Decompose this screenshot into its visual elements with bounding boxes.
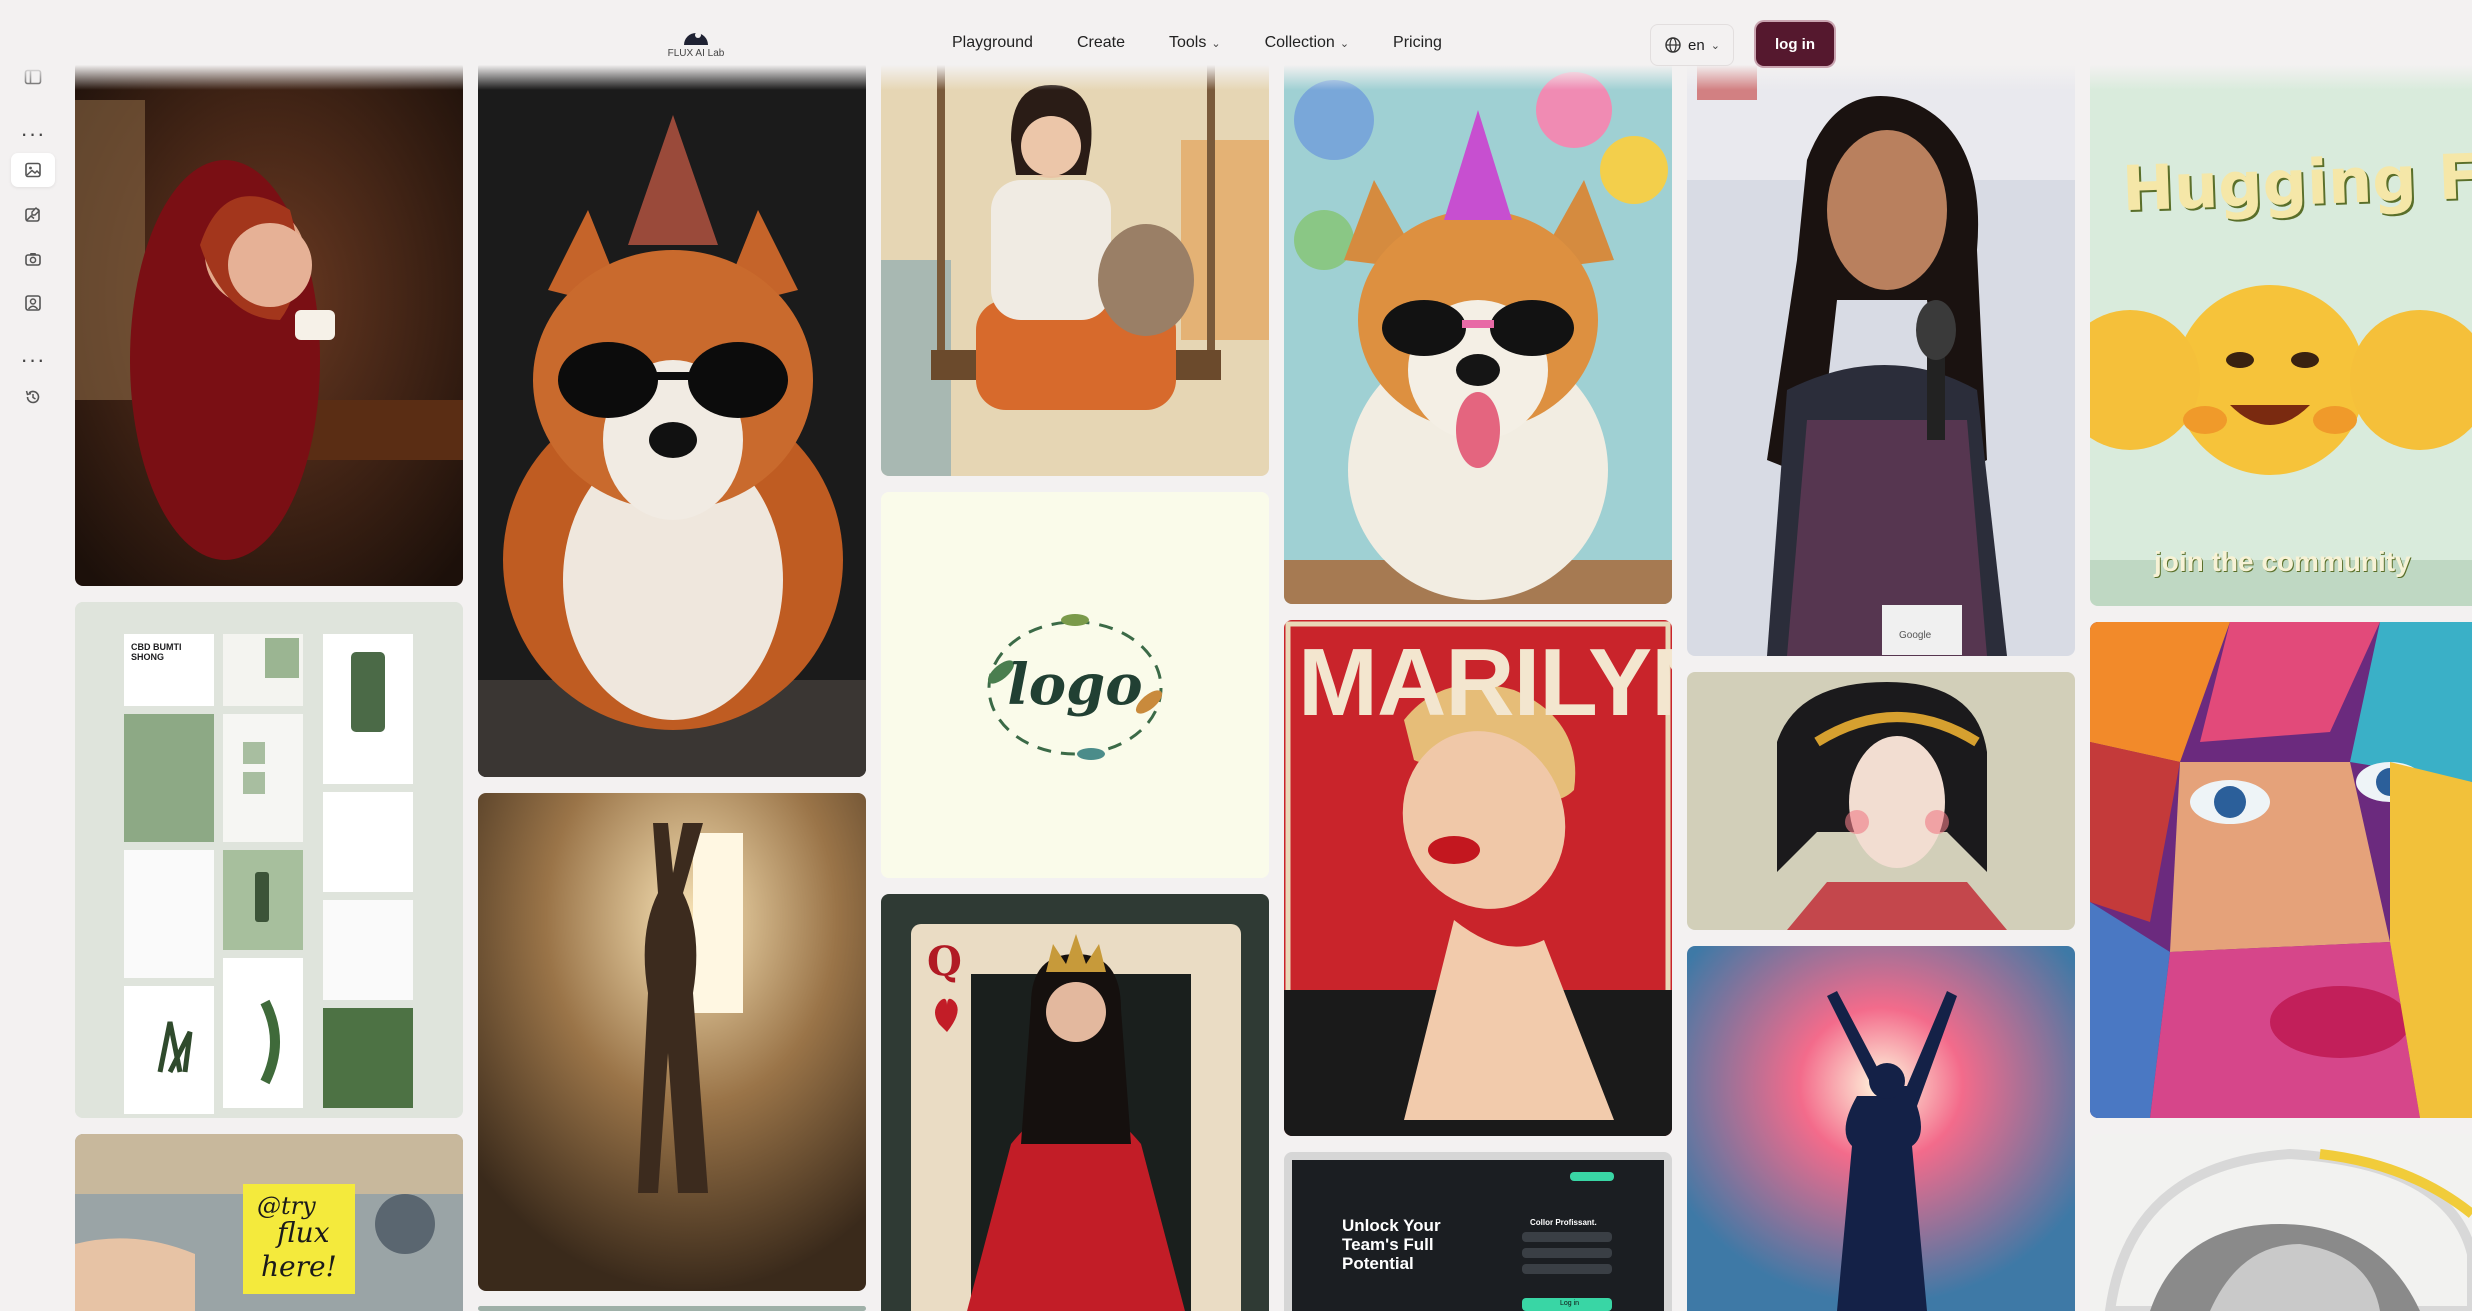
note-text-line3: here! bbox=[261, 1250, 337, 1283]
nav-collection-label: Collection bbox=[1264, 34, 1335, 51]
nav-tools[interactable]: Tools ⌄ bbox=[1157, 28, 1233, 58]
image-icon[interactable] bbox=[11, 153, 55, 187]
nav-create[interactable]: Create bbox=[1065, 28, 1137, 58]
gallery-image-marilyn-poster[interactable]: MARILYN bbox=[1284, 620, 1672, 1136]
nav-pricing-label: Pricing bbox=[1393, 34, 1442, 51]
more-icon[interactable]: ··· bbox=[11, 123, 55, 145]
gallery-image-mosaic-face[interactable] bbox=[2090, 622, 2472, 1118]
gallery-image-woman-coffee[interactable] bbox=[75, 60, 463, 586]
gallery-image-speaker[interactable]: Google bbox=[1687, 60, 2075, 656]
gallery-image-logo[interactable]: logo bbox=[881, 492, 1269, 878]
web-form-title: Collor Profissant. bbox=[1530, 1218, 1597, 1227]
woman-coffee-image bbox=[75, 60, 463, 586]
gallery-image-corgi-confetti[interactable] bbox=[1284, 60, 1672, 604]
gallery-image-silhouette-burst[interactable] bbox=[1687, 946, 2075, 1311]
chevron-down-icon: ⌄ bbox=[1710, 39, 1720, 52]
nav-playground[interactable]: Playground bbox=[940, 28, 1045, 58]
flux-note-image bbox=[75, 1134, 463, 1311]
gallery-image-geisha[interactable] bbox=[1687, 672, 2075, 930]
gallery-image-hugging-face[interactable]: Hugging Face join the community bbox=[2090, 60, 2472, 606]
gallery-image-queen-card[interactable]: Q bbox=[881, 894, 1269, 1311]
gallery-image-webpage-mockup[interactable]: Unlock Your Team's Full Potential Collor… bbox=[1284, 1152, 1672, 1311]
speaker-microphone-image bbox=[1687, 60, 2075, 656]
brand-logo[interactable]: FLUX AI Lab bbox=[660, 24, 732, 68]
silhouette-window-image bbox=[478, 793, 866, 1291]
nav-create-label: Create bbox=[1076, 34, 1125, 51]
nav-tools-label: Tools bbox=[1168, 34, 1207, 51]
nav-collection[interactable]: Collection ⌄ bbox=[1253, 28, 1361, 58]
badge-text: Google bbox=[1899, 630, 1932, 641]
gallery-image-bw-portrait[interactable] bbox=[2090, 1134, 2472, 1311]
chevron-down-icon: ⌄ bbox=[1339, 37, 1350, 50]
gallery-image-cbd-mockup[interactable]: CBD BUMTI SHONG bbox=[75, 602, 463, 1118]
geisha-illustration-image bbox=[1687, 672, 2075, 930]
language-value: en bbox=[1688, 36, 1705, 54]
web-form-button: Log in bbox=[1560, 1300, 1580, 1307]
gallery-image-silhouette-window[interactable] bbox=[478, 793, 866, 1291]
cbd-mockup-image bbox=[75, 602, 463, 1118]
logo-text: logo bbox=[1007, 652, 1143, 718]
top-navigation-bar: FLUX AI Lab Playground Create Tools ⌄ Col… bbox=[0, 0, 2472, 90]
brand-name: FLUX AI Lab bbox=[667, 48, 725, 59]
cbd-title: CBD BUMTI SHONG bbox=[131, 642, 182, 662]
gallery-image-flux-note[interactable]: @try flux here! bbox=[75, 1134, 463, 1311]
image-edit-icon[interactable] bbox=[11, 198, 55, 232]
main-nav: Playground Create Tools ⌄ Collection ⌄ Pri… bbox=[940, 28, 1474, 58]
mosaic-face-image bbox=[2090, 622, 2472, 1118]
nav-playground-label: Playground bbox=[952, 34, 1033, 51]
corgi-confetti-image bbox=[1284, 60, 1672, 604]
language-selector[interactable]: en ⌄ bbox=[1650, 24, 1734, 66]
login-button[interactable]: log in bbox=[1756, 22, 1834, 66]
card-rank: Q bbox=[927, 938, 962, 985]
girl-swing-cat-image bbox=[881, 60, 1269, 476]
nav-pricing[interactable]: Pricing bbox=[1381, 28, 1454, 58]
left-sidebar: ··· ··· bbox=[0, 0, 66, 1311]
portrait-icon[interactable] bbox=[11, 286, 55, 320]
marilyn-text: MARILYN bbox=[1298, 629, 1672, 736]
silhouette-burst-image bbox=[1687, 946, 2075, 1311]
hugging-face-subtitle: join the community bbox=[2154, 546, 2411, 577]
gallery-image-partial[interactable] bbox=[478, 1306, 866, 1311]
camera-icon[interactable] bbox=[11, 242, 55, 276]
web-headline: Unlock Your Team's Full Potential bbox=[1342, 1216, 1441, 1273]
corgi-sunglasses-image bbox=[478, 60, 866, 777]
bw-portrait-image bbox=[2090, 1134, 2472, 1311]
globe-icon bbox=[1665, 37, 1681, 53]
flux-logo-icon bbox=[681, 24, 711, 46]
chevron-down-icon: ⌄ bbox=[1211, 37, 1221, 50]
history-icon[interactable] bbox=[11, 380, 55, 414]
more-icon[interactable]: ··· bbox=[11, 349, 55, 371]
note-text-line2: flux bbox=[277, 1216, 330, 1249]
gallery-image-corgi-party-hat[interactable] bbox=[478, 60, 866, 777]
gallery-image-girl-swing[interactable] bbox=[881, 60, 1269, 476]
